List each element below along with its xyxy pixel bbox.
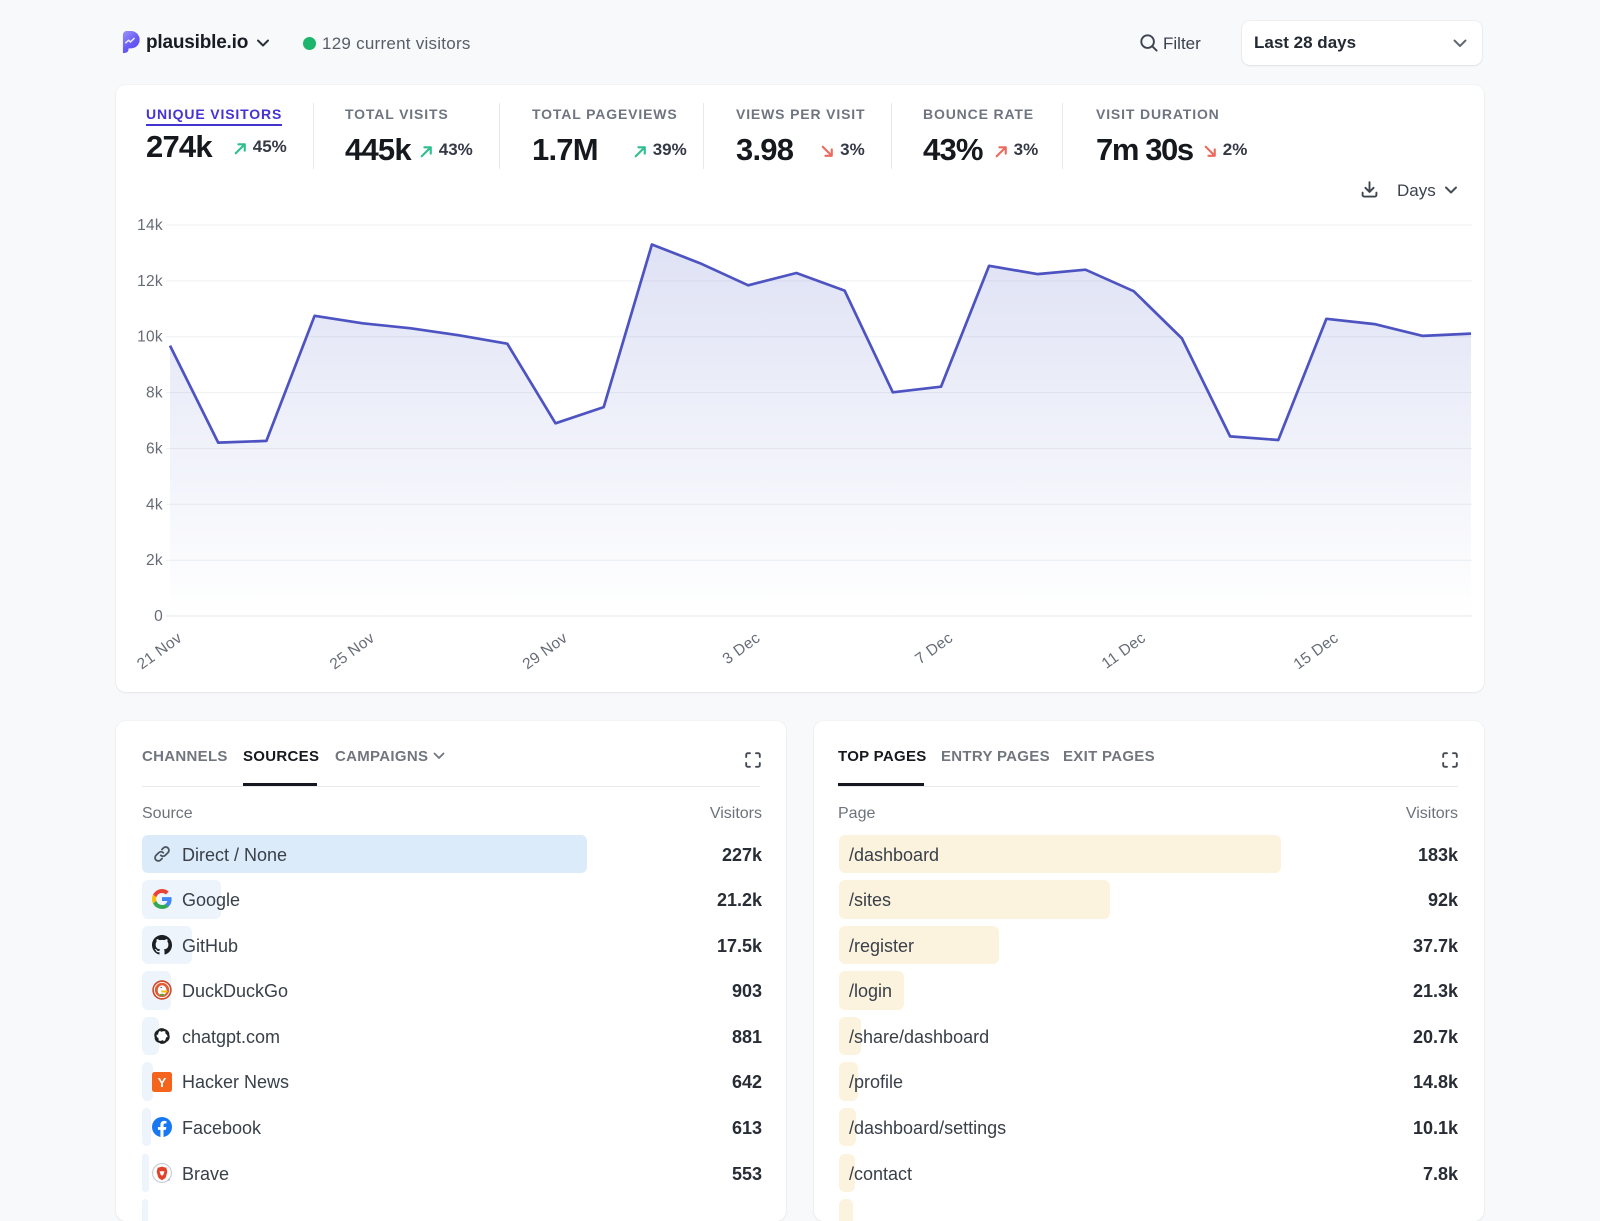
- svg-text:3 Dec: 3 Dec: [720, 629, 764, 667]
- svg-text:25 Nov: 25 Nov: [327, 629, 378, 673]
- svg-text:0: 0: [154, 608, 163, 625]
- svg-text:10k: 10k: [137, 329, 163, 346]
- svg-text:15 Dec: 15 Dec: [1291, 629, 1342, 673]
- svg-text:Y: Y: [158, 1074, 167, 1089]
- svg-text:4k: 4k: [146, 496, 163, 513]
- svg-text:11 Dec: 11 Dec: [1099, 629, 1149, 672]
- svg-text:12k: 12k: [137, 273, 163, 290]
- svg-text:6k: 6k: [146, 441, 163, 458]
- svg-text:14k: 14k: [137, 217, 163, 234]
- svg-text:7 Dec: 7 Dec: [912, 629, 956, 667]
- svg-text:29 Nov: 29 Nov: [520, 629, 571, 673]
- svg-text:21 Nov: 21 Nov: [134, 629, 185, 673]
- svg-text:8k: 8k: [146, 385, 163, 402]
- svg-text:2k: 2k: [146, 552, 163, 569]
